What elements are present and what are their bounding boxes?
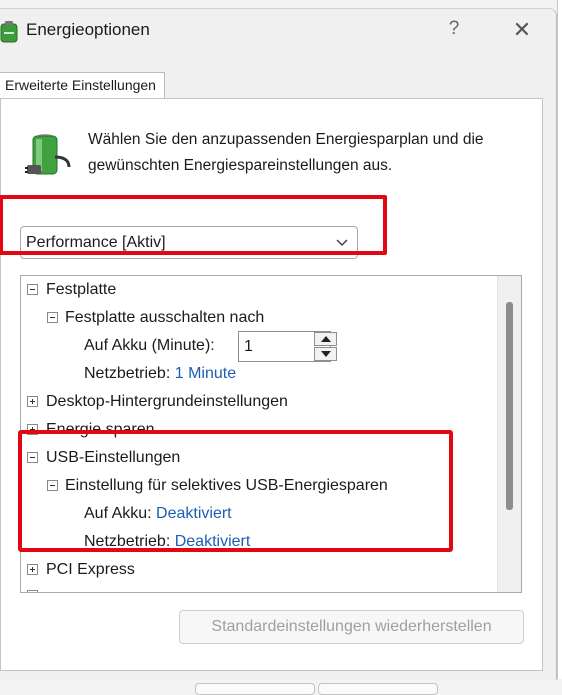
tree-label: PCI Express bbox=[46, 561, 135, 578]
netzbetrieb-value-link[interactable]: 1 Minute bbox=[175, 365, 236, 382]
collapse-icon[interactable] bbox=[27, 284, 38, 295]
help-button[interactable]: ? bbox=[444, 18, 464, 40]
power-options-dialog: Energieoptionen ? ✕ Erweiterte Einstellu… bbox=[0, 8, 557, 695]
collapse-icon[interactable] bbox=[47, 312, 58, 323]
tab-advanced-settings[interactable]: Erweiterte Einstellungen bbox=[0, 72, 165, 99]
window-title: Energieoptionen bbox=[26, 20, 150, 39]
cancel-button-edge[interactable] bbox=[318, 683, 438, 695]
red-highlight-usb bbox=[18, 430, 453, 552]
tree-scrollbar[interactable] bbox=[497, 276, 521, 592]
tree-label: Festplatte ausschalten nach bbox=[65, 309, 265, 326]
stepper-up-button[interactable] bbox=[314, 332, 337, 346]
battery-plug-icon bbox=[25, 134, 71, 175]
tab-panel: Wählen Sie den anzupassenden Energiespar… bbox=[0, 98, 543, 671]
scrollbar-thumb[interactable] bbox=[506, 302, 513, 510]
tree-label: Netzbetrieb: bbox=[84, 365, 171, 382]
tree-label: Festplatte bbox=[46, 281, 117, 298]
expand-icon[interactable] bbox=[27, 396, 38, 407]
minute-stepper bbox=[314, 332, 337, 361]
background-window-edge bbox=[557, 0, 562, 679]
ok-button-edge[interactable] bbox=[195, 683, 315, 695]
red-highlight-plan bbox=[0, 195, 387, 255]
stepper-down-button[interactable] bbox=[314, 347, 337, 361]
tab-strip: Erweiterte Einstellungen bbox=[0, 72, 556, 100]
tree-label: Desktop-Hintergrundeinstellungen bbox=[46, 393, 288, 410]
tree-item-netzbetrieb: Netzbetrieb: 1 Minute bbox=[84, 360, 236, 388]
tree-label-akku-minute: Auf Akku (Minute): bbox=[84, 337, 215, 354]
expand-icon[interactable] bbox=[27, 590, 38, 592]
restore-defaults-button[interactable]: Standardeinstellungen wiederherstellen bbox=[179, 610, 524, 644]
intro-text: Wählen Sie den anzupassenden Energiespar… bbox=[88, 131, 484, 174]
title-bar: Energieoptionen ? ✕ bbox=[0, 9, 556, 53]
close-button[interactable]: ✕ bbox=[510, 17, 534, 43]
battery-app-icon bbox=[0, 21, 18, 43]
expand-icon[interactable] bbox=[27, 564, 38, 575]
